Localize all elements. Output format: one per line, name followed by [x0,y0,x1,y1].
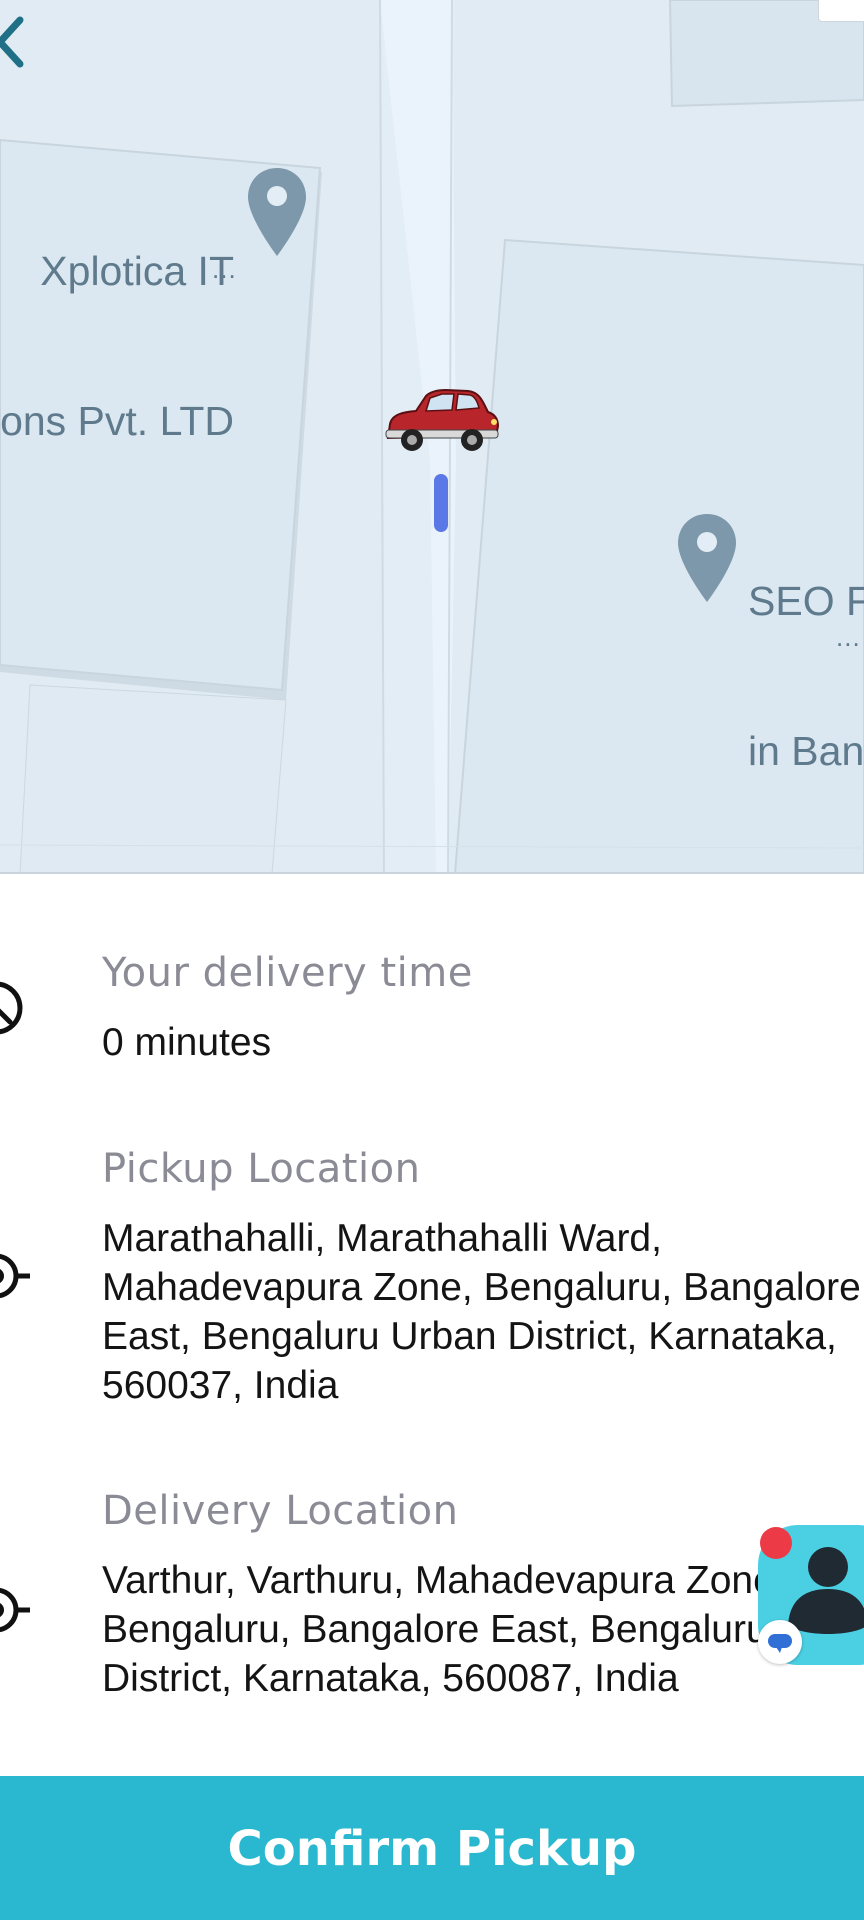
delivery-address-line: Varthur, Varthuru, Mahadevapura Zone, [102,1559,786,1602]
map-pin-icon[interactable] [246,166,308,258]
pickup-address-line: East, Bengaluru Urban District, Karnatak… [102,1315,837,1358]
poi-xplotica-line2: ons Pvt. LTD [0,398,234,444]
notification-badge [760,1527,792,1559]
map-layer-control[interactable] [818,0,864,22]
pickup-address-line: Marathahalli, Marathahalli Ward, [102,1217,662,1260]
location-marker-icon [0,1587,30,1633]
poi-xplotica-line1: Xplotica IT [40,248,234,294]
location-marker-icon [0,1253,30,1299]
poi-seo-line2: in Ban [748,728,864,774]
delivery-location-title: Delivery Location [102,1488,459,1534]
route-position-marker [434,474,448,532]
poi-xplotica-label: Xplotica IT ons Pvt. LTD [0,146,234,546]
chat-bubble-icon[interactable] [758,1620,802,1664]
map-view[interactable]: Xplotica IT ons Pvt. LTD ... SEO Fr in B… [0,0,864,874]
poi-xplotica-more: ... [212,254,237,284]
map-pin-icon[interactable] [676,512,738,604]
poi-seo-more: ... [836,622,861,652]
map-divider [0,872,864,874]
confirm-pickup-button[interactable]: Confirm Pickup [0,1776,864,1920]
poi-seo-line1: SEO Fr [748,578,864,624]
delivery-address-line: District, Karnataka, 560087, India [102,1657,679,1700]
pickup-location-title: Pickup Location [102,1146,421,1192]
car-icon [385,388,500,451]
delivery-location-address: Varthur, Varthuru, Mahadevapura Zone, Be… [102,1556,864,1703]
pickup-address-line: 560037, India [102,1364,339,1407]
pickup-location-address: Marathahalli, Marathahalli Ward, Mahadev… [102,1214,861,1410]
poi-seo-label: SEO Fr in Ban [748,476,864,874]
pickup-address-line: Mahadevapura Zone, Bengaluru, Bangalore [102,1266,861,1309]
delivery-time-title: Your delivery time [102,950,473,996]
back-arrow-icon[interactable] [0,14,26,70]
delivery-address-line: Bengaluru, Bangalore East, Bengaluru Urb… [102,1608,864,1651]
clock-icon [0,981,23,1035]
delivery-time-value: 0 minutes [102,1021,272,1064]
